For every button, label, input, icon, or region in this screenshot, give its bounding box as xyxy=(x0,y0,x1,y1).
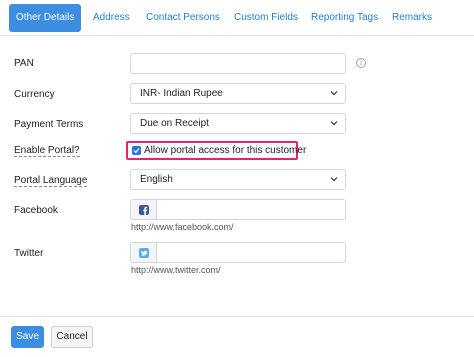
portal-language-label-text: Portal Language xyxy=(14,175,88,187)
portal-language-label: Portal Language xyxy=(14,175,88,187)
portal-language-value: English xyxy=(140,174,173,185)
currency-label: Currency xyxy=(14,89,55,100)
tab-contact-persons[interactable]: Contact Persons xyxy=(139,5,227,31)
chevron-down-icon xyxy=(330,91,338,96)
payment-terms-value: Due on Receipt xyxy=(140,118,209,129)
currency-select[interactable]: INR- Indian Rupee xyxy=(130,83,346,104)
form-footer: Save Cancel xyxy=(0,316,474,357)
pan-label: PAN xyxy=(14,58,34,69)
enable-portal-label: Enable Portal? xyxy=(14,145,80,157)
tab-remarks[interactable]: Remarks xyxy=(385,5,439,31)
facebook-hint: http://www.facebook.com/ xyxy=(131,222,234,232)
currency-value: INR- Indian Rupee xyxy=(140,88,223,99)
pan-field[interactable] xyxy=(130,53,346,74)
tab-address[interactable]: Address xyxy=(86,5,137,31)
facebook-icon xyxy=(139,205,149,215)
twitter-hint: http://www.twitter.com/ xyxy=(131,265,221,275)
portal-language-select[interactable]: English xyxy=(130,169,346,190)
twitter-prefix xyxy=(131,243,157,262)
tab-other-details[interactable]: Other Details xyxy=(9,4,82,32)
payment-terms-label: Payment Terms xyxy=(14,119,84,130)
facebook-field[interactable] xyxy=(130,199,346,220)
twitter-icon xyxy=(139,248,149,258)
checkmark-icon xyxy=(133,148,140,154)
chevron-down-icon xyxy=(330,121,338,126)
portal-access-label[interactable]: Allow portal access for this customer xyxy=(144,144,306,157)
twitter-field[interactable] xyxy=(130,242,346,263)
tab-custom-fields[interactable]: Custom Fields xyxy=(227,5,305,31)
twitter-label: Twitter xyxy=(14,248,44,259)
payment-terms-select[interactable]: Due on Receipt xyxy=(130,113,346,134)
enable-portal-label-text: Enable Portal? xyxy=(14,145,80,157)
pan-input[interactable] xyxy=(140,54,345,73)
portal-access-checkbox[interactable] xyxy=(132,146,141,155)
info-icon[interactable]: i xyxy=(356,58,366,68)
chevron-down-icon xyxy=(330,177,338,182)
facebook-prefix xyxy=(131,200,157,219)
cancel-button[interactable]: Cancel xyxy=(51,326,93,348)
save-button[interactable]: Save xyxy=(11,326,44,348)
portal-access-highlight: Allow portal access for this customer xyxy=(126,141,306,160)
tab-bar: Other Details Address Contact Persons Cu… xyxy=(0,0,474,36)
facebook-label: Facebook xyxy=(14,205,58,216)
tab-reporting-tags[interactable]: Reporting Tags xyxy=(304,5,385,31)
